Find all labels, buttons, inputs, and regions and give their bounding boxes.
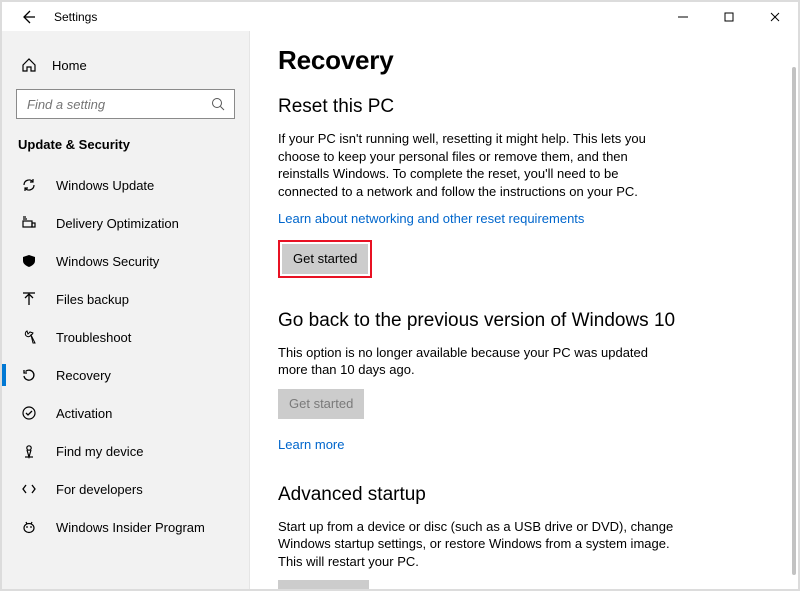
delivery-icon <box>20 215 38 231</box>
page-title: Recovery <box>278 45 768 76</box>
sidebar-item-label: Delivery Optimization <box>56 216 179 231</box>
code-icon <box>20 481 38 497</box>
close-button[interactable] <box>752 2 798 31</box>
section-body: This option is no longer available becau… <box>278 344 678 379</box>
sidebar-item-label: Recovery <box>56 368 111 383</box>
sidebar-home-label: Home <box>52 58 87 73</box>
sidebar-item-backup[interactable]: Files backup <box>2 280 249 318</box>
title-bar: Settings <box>2 2 798 31</box>
search-input[interactable] <box>25 96 210 113</box>
sidebar-item-label: For developers <box>56 482 143 497</box>
backup-icon <box>20 291 38 307</box>
wrench-icon <box>20 329 38 345</box>
minimize-icon <box>675 9 691 25</box>
maximize-icon <box>721 9 737 25</box>
sidebar-item-insider-program[interactable]: Windows Insider Program <box>2 508 249 546</box>
content-area: Recovery Reset this PC If your PC isn't … <box>250 31 798 589</box>
sidebar-item-label: Windows Update <box>56 178 154 193</box>
sidebar-item-windows-update[interactable]: Windows Update <box>2 166 249 204</box>
sidebar-item-label: Activation <box>56 406 112 421</box>
section-advanced-startup: Advanced startup Start up from a device … <box>278 484 768 589</box>
section-body: If your PC isn't running well, resetting… <box>278 130 678 200</box>
restart-now-button[interactable]: Restart now <box>278 580 369 589</box>
vertical-scrollbar[interactable] <box>792 67 796 575</box>
search-box[interactable] <box>16 89 235 119</box>
sidebar-item-label: Troubleshoot <box>56 330 131 345</box>
section-title: Reset this PC <box>278 96 768 118</box>
arrow-left-icon <box>20 9 36 25</box>
sidebar-home[interactable]: Home <box>2 47 249 83</box>
sidebar-nav: Windows Update Delivery Optimization Win… <box>2 166 249 546</box>
go-back-learn-more-link[interactable]: Learn more <box>278 437 344 452</box>
sidebar-item-find-my-device[interactable]: Find my device <box>2 432 249 470</box>
go-back-get-started-button: Get started <box>278 389 364 419</box>
reset-get-started-button[interactable]: Get started <box>282 244 368 274</box>
minimize-button[interactable] <box>660 2 706 31</box>
highlight-annotation: Get started <box>278 240 372 278</box>
section-title: Advanced startup <box>278 484 768 506</box>
back-button[interactable] <box>16 5 40 29</box>
section-title: Go back to the previous version of Windo… <box>278 310 768 332</box>
recovery-icon <box>20 367 38 383</box>
window-title: Settings <box>54 10 97 24</box>
insider-icon <box>20 519 38 535</box>
location-icon <box>20 443 38 459</box>
sidebar-item-label: Files backup <box>56 292 129 307</box>
sidebar-item-activation[interactable]: Activation <box>2 394 249 432</box>
sync-icon <box>20 177 38 193</box>
maximize-button[interactable] <box>706 2 752 31</box>
section-body: Start up from a device or disc (such as … <box>278 518 678 571</box>
sidebar-item-label: Find my device <box>56 444 143 459</box>
sidebar-item-windows-security[interactable]: Windows Security <box>2 242 249 280</box>
search-icon <box>210 96 226 112</box>
section-reset-this-pc: Reset this PC If your PC isn't running w… <box>278 96 768 277</box>
sidebar-category-header: Update & Security <box>2 131 249 166</box>
sidebar-item-troubleshoot[interactable]: Troubleshoot <box>2 318 249 356</box>
close-icon <box>767 9 783 25</box>
sidebar-item-label: Windows Insider Program <box>56 520 205 535</box>
sidebar-item-recovery[interactable]: Recovery <box>2 356 249 394</box>
sidebar-item-for-developers[interactable]: For developers <box>2 470 249 508</box>
home-icon <box>20 57 38 73</box>
reset-requirements-link[interactable]: Learn about networking and other reset r… <box>278 211 584 226</box>
section-go-back: Go back to the previous version of Windo… <box>278 310 768 452</box>
sidebar-item-label: Windows Security <box>56 254 159 269</box>
sidebar-item-delivery-optimization[interactable]: Delivery Optimization <box>2 204 249 242</box>
sidebar: Home Update & Security Windows Update De… <box>2 31 250 589</box>
shield-icon <box>20 253 38 269</box>
check-circle-icon <box>20 405 38 421</box>
